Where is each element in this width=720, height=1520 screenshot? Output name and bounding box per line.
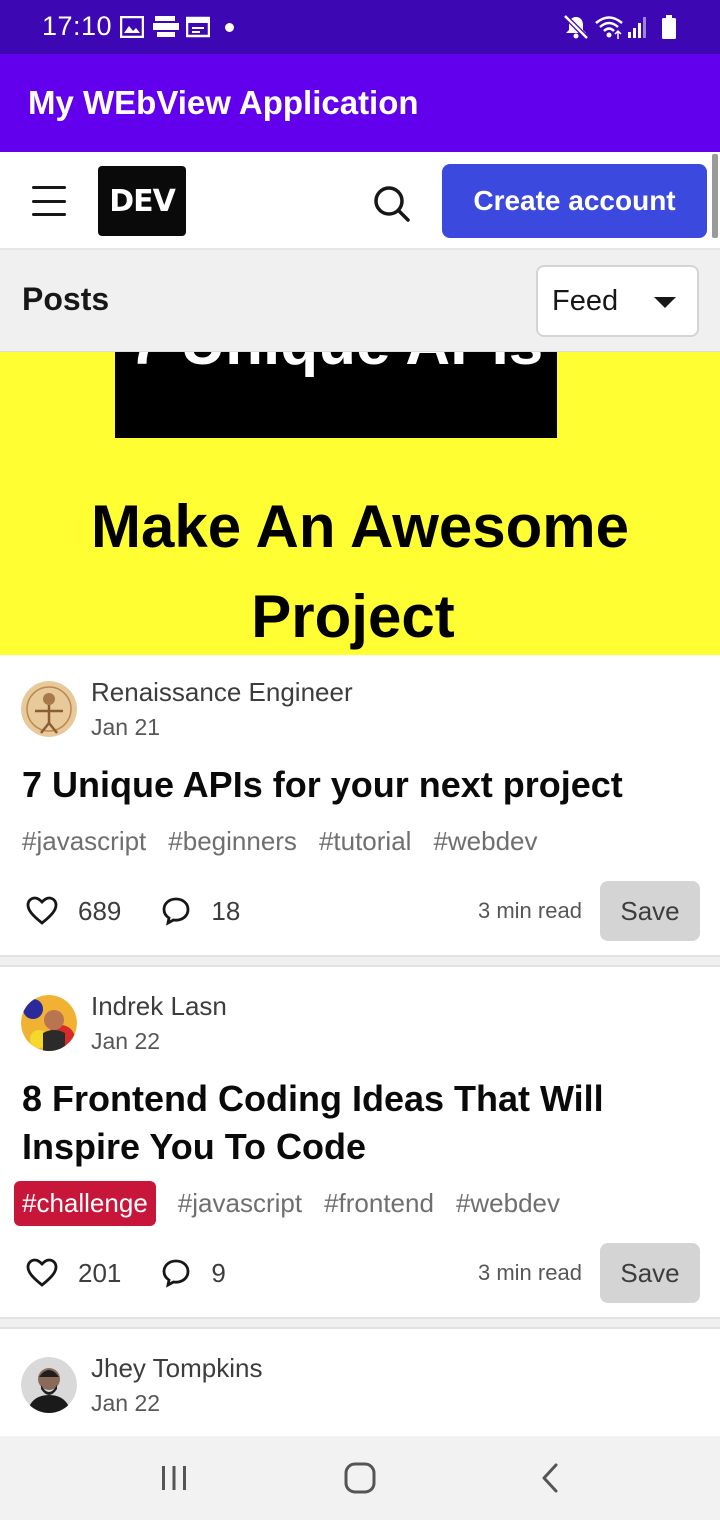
tag-list: #challenge #javascript #frontend #webdev [14, 1179, 582, 1227]
avatar[interactable] [21, 995, 77, 1051]
system-nav-bar [0, 1436, 720, 1520]
tag-list: #javascript #beginners #tutorial #webdev [22, 817, 560, 865]
read-time: 3 min read [478, 898, 582, 923]
battery-icon [661, 14, 677, 40]
feed-dropdown-value: Feed [552, 285, 619, 317]
card-divider [0, 1317, 720, 1329]
cover-title-box: 7 Unique APIs [115, 352, 557, 438]
home-icon[interactable] [342, 1458, 378, 1498]
comment-icon[interactable] [161, 1258, 191, 1288]
tag-link[interactable]: #frontend [324, 1188, 434, 1219]
card-divider [0, 955, 720, 967]
tag-link[interactable]: #webdev [433, 826, 537, 857]
site-header: DEV Create account [0, 152, 720, 250]
tag-link-challenge[interactable]: #challenge [14, 1180, 156, 1226]
author-name[interactable]: Renaissance Engineer [91, 677, 353, 708]
app-bar: My WEbView Application [0, 54, 720, 152]
save-button[interactable]: Save [600, 1243, 700, 1303]
reactions-row: 689 18 [26, 891, 280, 931]
post-card[interactable]: Indrek Lasn Jan 22 8 Frontend Coding Ide… [0, 967, 720, 1317]
post-date[interactable]: Jan 22 [91, 1028, 160, 1055]
post-date[interactable]: Jan 22 [91, 1390, 160, 1417]
dot-icon [225, 14, 234, 40]
hamburger-menu-icon[interactable] [32, 186, 66, 216]
read-time: 3 min read [478, 1260, 582, 1285]
reactions-row: 201 9 [26, 1253, 266, 1293]
recent-apps-icon[interactable] [156, 1458, 192, 1498]
app-title: My WEbView Application [28, 84, 419, 121]
status-time: 17:10 [42, 11, 113, 41]
heart-icon[interactable] [26, 1258, 58, 1288]
comment-count[interactable]: 9 [211, 1258, 225, 1289]
avatar[interactable] [21, 1357, 77, 1413]
comment-count[interactable]: 18 [211, 896, 240, 927]
post-cover-image[interactable]: 7 Unique APIs Make An Awesome Project [0, 352, 720, 655]
image-icon [120, 14, 144, 40]
cover-line-1: Make An Awesome [91, 493, 629, 560]
author-name[interactable]: Jhey Tompkins [91, 1353, 263, 1384]
tag-link[interactable]: #javascript [178, 1188, 302, 1219]
cover-line-2: Project [251, 583, 455, 650]
scrollbar-thumb[interactable] [712, 154, 718, 238]
avatar[interactable] [21, 681, 77, 737]
signal-icon [627, 14, 649, 40]
feed-dropdown[interactable]: Feed [536, 265, 699, 337]
comment-icon[interactable] [161, 896, 191, 926]
post-card[interactable]: Renaissance Engineer Jan 21 7 Unique API… [0, 655, 720, 955]
amazon-icon [152, 14, 180, 40]
tag-link[interactable]: #beginners [168, 826, 297, 857]
tag-link[interactable]: #tutorial [319, 826, 412, 857]
cover-partial-title: 7 Unique APIs [115, 352, 557, 379]
posts-bar: Posts Feed [0, 250, 720, 352]
post-title[interactable]: 8 Frontend Coding Ideas That Will Inspir… [22, 1075, 702, 1171]
dev-logo[interactable]: DEV [98, 166, 186, 236]
save-button[interactable]: Save [600, 881, 700, 941]
post-date[interactable]: Jan 21 [91, 714, 160, 741]
calendar-icon [186, 14, 210, 40]
search-icon[interactable] [368, 180, 416, 228]
reaction-count[interactable]: 689 [78, 896, 121, 927]
post-card[interactable]: Jhey Tompkins Jan 22 [0, 1329, 720, 1436]
mute-icon [563, 14, 589, 40]
author-name[interactable]: Indrek Lasn [91, 991, 227, 1022]
tag-link[interactable]: #webdev [456, 1188, 560, 1219]
create-account-button[interactable]: Create account [442, 164, 707, 238]
status-bar: 17:10 [0, 0, 720, 54]
posts-heading: Posts [22, 281, 110, 317]
back-icon[interactable] [532, 1458, 568, 1498]
reaction-count[interactable]: 201 [78, 1258, 121, 1289]
tag-link[interactable]: #javascript [22, 826, 146, 857]
caret-down-icon [654, 297, 676, 308]
post-title[interactable]: 7 Unique APIs for your next project [22, 761, 702, 809]
heart-icon[interactable] [26, 896, 58, 926]
wifi-icon [594, 14, 624, 40]
